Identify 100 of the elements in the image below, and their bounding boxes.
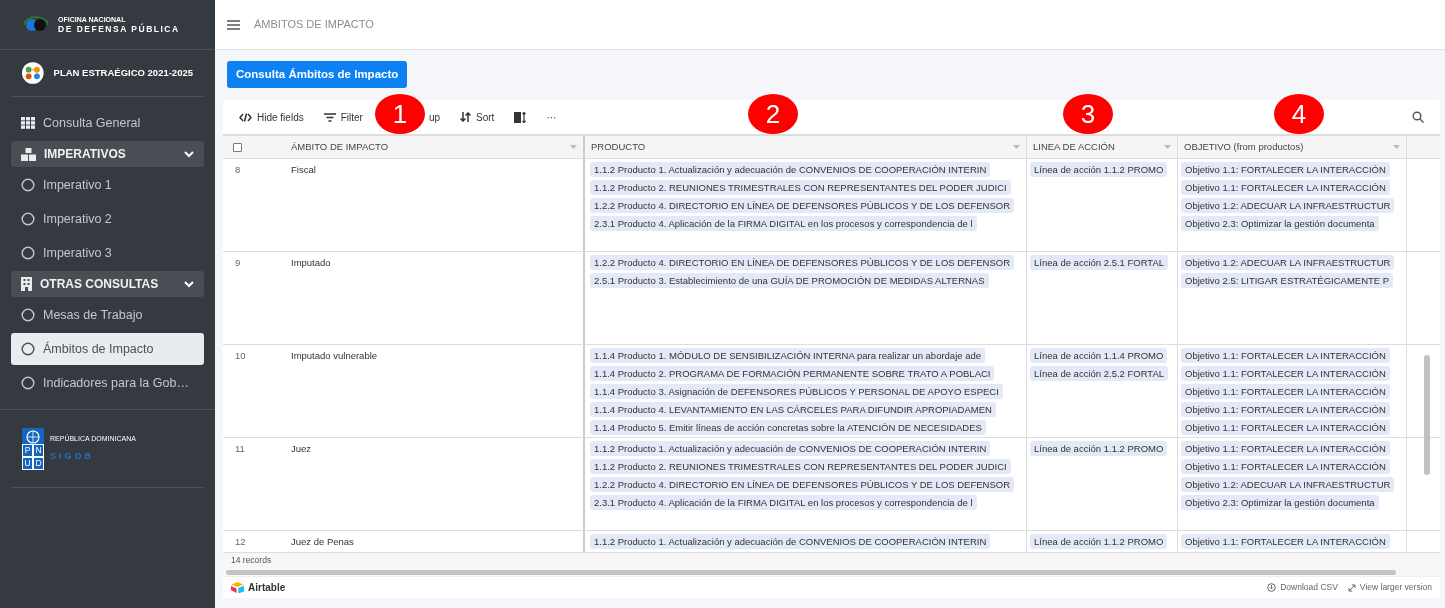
dropdown-caret-icon	[570, 145, 577, 149]
download-csv-link[interactable]: Download CSV	[1280, 581, 1338, 594]
consulta-button[interactable]: Consulta Ámbitos de Impacto	[227, 61, 408, 89]
blocks-icon	[21, 147, 36, 161]
page-title: ÁMBITOS DE IMPACTO	[254, 17, 374, 33]
row-number: 8	[235, 164, 241, 175]
select-all-checkbox[interactable]	[233, 142, 242, 152]
action-line-tag: Línea de acción 1.1.4 PROMO	[1030, 348, 1168, 363]
nav-item[interactable]: Imperativo 1	[11, 169, 204, 201]
table-cell: Fiscal	[291, 164, 316, 175]
globe-icon	[25, 429, 41, 444]
circle-icon	[21, 246, 35, 260]
toolbar-button[interactable]	[514, 111, 527, 123]
plan-logo-icon	[22, 60, 44, 86]
org-logo-icon	[22, 15, 50, 34]
column-header[interactable]: OBJETIVO (from productos)	[1178, 136, 1407, 158]
column-header[interactable]: LINEA DE ACCIÓN	[1027, 136, 1178, 158]
objective-tag: Objetivo 1.1: FORTALECER LA INTERACCIÓN	[1181, 402, 1390, 417]
action-line-tag: Línea de acción 1.1.2 PROMO	[1030, 162, 1168, 177]
nav-item[interactable]: Imperativo 2	[11, 203, 204, 235]
product-tag: 1.1.4 Producto 3. Asignación de DEFENSORES PÚBLICOS Y PERSONAL DE APOYO ESPECI	[590, 384, 1003, 399]
nav-item[interactable]: Mesas de Trabajo	[11, 299, 204, 331]
product-tag: 1.1.4 Producto 4. LEVANTAMIENTO EN LAS CÁRCELES PARA DIFUNDIR APROPIADAMEN	[590, 402, 996, 417]
horizontal-scrollbar[interactable]	[226, 569, 1396, 575]
toolbar-button[interactable]: Sort	[460, 109, 495, 125]
more-button[interactable]: ···	[546, 109, 557, 125]
product-tag: 2.3.1 Producto 4. Aplicación de la FIRMA DIGITAL en los procesos y correspondencia de l	[590, 495, 977, 510]
row-height-icon	[514, 111, 527, 123]
dropdown-caret-icon	[1013, 145, 1020, 149]
code-icon	[239, 112, 252, 122]
action-line-tag: Línea de acción 2.5.2 FORTAL	[1030, 366, 1169, 381]
table-cell: Imputado	[291, 257, 331, 268]
objective-tag: Objetivo 1.1: FORTALECER LA INTERACCIÓN	[1181, 384, 1390, 399]
nav-item[interactable]: Ámbitos de Impacto	[11, 333, 204, 365]
circle-icon	[21, 212, 35, 226]
product-tag: 1.1.2 Producto 2. REUNIONES TRIMESTRALES CON REPRESENTANTES DEL PODER JUDICI	[590, 459, 1011, 474]
view-larger-link[interactable]: View larger version	[1359, 581, 1432, 594]
circle-icon	[21, 342, 35, 356]
chevron-icon	[184, 280, 194, 288]
search-icon[interactable]	[1412, 111, 1424, 123]
product-tag: 1.1.2 Producto 1. Actualización y adecuación de CONVENIOS DE COOPERACIÓN INTERIN	[590, 162, 991, 177]
pnud-letter: D	[33, 456, 44, 470]
action-line-tag: Línea de acción 1.1.2 PROMO	[1030, 441, 1168, 456]
product-tag: 1.2.2 Producto 4. DIRECTORIO EN LÍNEA DE DEFENSORES PÚBLICOS Y DE LOS DEFENSOR	[590, 477, 1015, 492]
grid-icon	[21, 117, 35, 129]
circle-icon	[21, 376, 35, 390]
objective-tag: Objetivo 2.3: Optimizar la gestión documenta	[1181, 495, 1379, 510]
objective-tag: Objetivo 1.1: FORTALECER LA INTERACCIÓN	[1181, 162, 1390, 177]
scrollbar-thumb[interactable]	[1424, 355, 1430, 475]
product-tag: 1.1.4 Producto 5. Emitir líneas de acción concretas sobre la ATENCIÓN DE NECESIDADES	[590, 420, 986, 435]
objective-tag: Objetivo 1.2: ADECUAR LA INFRAESTRUCTUR	[1181, 198, 1395, 213]
product-tag: 1.2.2 Producto 4. DIRECTORIO EN LÍNEA DE DEFENSORES PÚBLICOS Y DE LOS DEFENSOR	[590, 198, 1015, 213]
nav-group[interactable]: OTRAS CONSULTAS	[11, 271, 204, 297]
column-header[interactable]: ÁMBITO DE IMPACTO	[285, 136, 585, 158]
objective-tag: Objetivo 2.3: Optimizar la gestión documenta	[1181, 216, 1379, 231]
product-tag: 1.1.2 Producto 2. REUNIONES TRIMESTRALES CON REPRESENTANTES DEL PODER JUDICI	[590, 180, 1011, 195]
dropdown-caret-icon	[1393, 145, 1400, 149]
chevron-icon	[184, 150, 194, 158]
circle-icon	[21, 178, 35, 192]
objective-tag: Objetivo 2.5: LITIGAR ESTRATÉGICAMENTE P	[1181, 273, 1394, 288]
product-tag: 1.1.4 Producto 1. MÓDULO DE SENSIBILIZACIÓN INTERNA para realizar un abordaje ade	[590, 348, 986, 363]
row-number: 10	[235, 350, 246, 361]
nav-item[interactable]: Indicadores para la Gob…	[11, 367, 204, 399]
org-name-line: DE DEFENSA PÚBLICA	[58, 24, 180, 34]
objective-tag: Objetivo 1.1: FORTALECER LA INTERACCIÓN	[1181, 180, 1390, 195]
nav-item[interactable]: Imperativo 3	[11, 237, 204, 269]
action-line-tag: Línea de acción 1.1.2 PROMO	[1030, 534, 1168, 549]
pnud-letter: P	[22, 443, 33, 457]
building-icon	[21, 277, 32, 291]
download-icon	[1267, 583, 1277, 592]
nav-group[interactable]: IMPERATIVOS	[11, 141, 204, 167]
action-line-tag: Línea de acción 2.5.1 FORTAL	[1030, 255, 1169, 270]
objective-tag: Objetivo 1.2: ADECUAR LA INFRAESTRUCTUR	[1181, 255, 1395, 270]
row-number: 11	[235, 443, 245, 454]
table-cell: Juez de Penas	[291, 536, 354, 547]
sort-icon	[460, 112, 472, 122]
objective-tag: Objetivo 1.1: FORTALECER LA INTERACCIÓN	[1181, 420, 1390, 435]
column-header[interactable]: PRODUCTO	[585, 136, 1027, 158]
product-tag: 1.1.2 Producto 1. Actualización y adecuación de CONVENIOS DE COOPERACIÓN INTERIN	[590, 441, 991, 456]
pnud-letter: N	[33, 443, 44, 457]
record-count: 14 records	[231, 554, 272, 567]
toolbar-button[interactable]: Filter	[323, 109, 363, 125]
table-cell: Imputado vulnerable	[291, 350, 378, 361]
toolbar-button[interactable]: up	[428, 109, 441, 125]
sigob-brand: SIGOB	[50, 450, 95, 463]
plan-title: PLAN ESTRAÉGICO 2021-2025	[53, 65, 193, 80]
toolbar-button[interactable]: Hide fields	[239, 109, 304, 125]
product-tag: 1.1.2 Producto 1. Actualización y adecuación de CONVENIOS DE COOPERACIÓN INTERIN	[590, 534, 991, 549]
objective-tag: Objetivo 1.1: FORTALECER LA INTERACCIÓN	[1181, 366, 1390, 381]
menu-icon[interactable]	[227, 19, 240, 30]
objective-tag: Objetivo 1.1: FORTALECER LA INTERACCIÓN	[1181, 534, 1390, 549]
circle-icon	[21, 308, 35, 322]
airtable-logo-icon	[231, 582, 244, 593]
objective-tag: Objetivo 1.2: ADECUAR LA INFRAESTRUCTUR	[1181, 477, 1395, 492]
product-tag: 1.1.4 Producto 2. PROGRAMA DE FORMACIÓN PERMANENTE SOBRE TRATO A POBLACI	[590, 366, 995, 381]
objective-tag: Objetivo 1.1: FORTALECER LA INTERACCIÓN	[1181, 348, 1390, 363]
nav-item[interactable]: Consulta General	[11, 107, 204, 139]
airtable-brand: Airtable	[248, 581, 286, 595]
pnud-letter: U	[22, 456, 33, 470]
table-cell: Juez	[291, 443, 312, 454]
